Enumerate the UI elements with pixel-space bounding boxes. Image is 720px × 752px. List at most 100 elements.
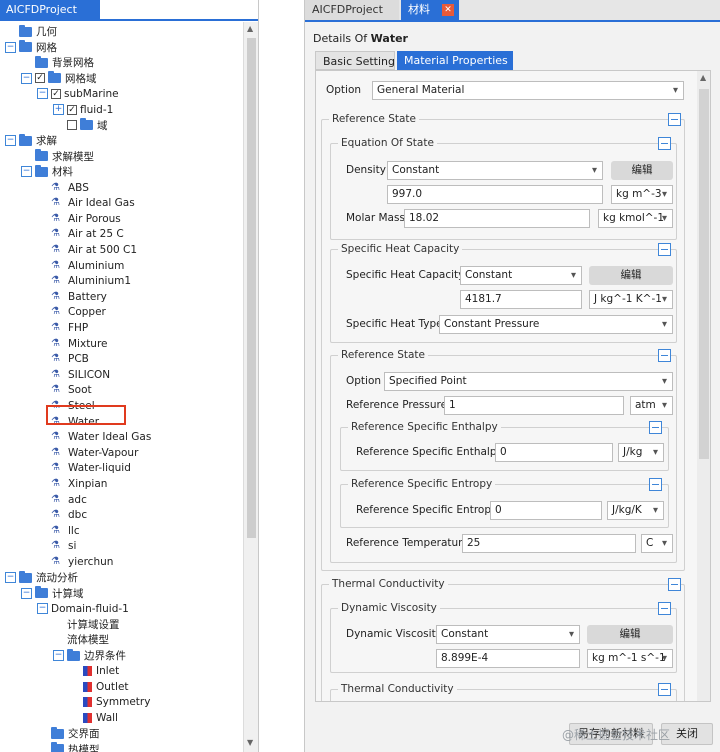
reference-temperature-input[interactable]: 25 <box>462 534 636 553</box>
tree-scrollbar[interactable]: ▲ ▼ <box>243 22 258 752</box>
scroll-up-icon[interactable]: ▲ <box>247 24 253 33</box>
tree-item[interactable]: ⚗ Air Porous <box>51 211 121 226</box>
project-tab[interactable]: AICFDProject <box>0 0 100 19</box>
expand-icon[interactable]: + <box>53 104 64 115</box>
tree-item[interactable]: − 边界条件 <box>53 648 126 663</box>
tree-item[interactable]: ⚗ Copper <box>51 305 106 320</box>
collapse-icon[interactable] <box>658 683 671 696</box>
collapse-icon[interactable]: − <box>53 650 64 661</box>
tree-item[interactable]: − Domain-fluid-1 <box>37 601 129 616</box>
tree-item[interactable]: Outlet <box>83 679 129 694</box>
tree-item[interactable]: ⚗ Air at 500 C1 <box>51 242 137 257</box>
specific-heat-edit-button[interactable]: 编辑 <box>589 266 673 285</box>
reference-temperature-unit-select[interactable]: C <box>641 534 673 553</box>
tree-item[interactable]: − ✓ subMarine <box>37 86 119 101</box>
close-icon[interactable]: ✕ <box>442 4 454 16</box>
tree-item[interactable]: ⚗ llc <box>51 523 80 538</box>
tree-item[interactable]: 交界面 <box>51 726 100 741</box>
collapse-icon[interactable]: − <box>5 135 16 147</box>
scroll-up-icon[interactable]: ▲ <box>700 73 706 82</box>
tree-item[interactable]: 流体模型 <box>67 632 109 647</box>
enthalpy-input[interactable]: 0 <box>495 443 613 462</box>
collapse-icon[interactable]: − <box>21 587 32 599</box>
form-scrollbar[interactable]: ▲ <box>697 71 710 701</box>
tree-item[interactable]: 几何 <box>19 24 57 39</box>
collapse-icon[interactable] <box>658 137 671 150</box>
tree-item[interactable]: ⚗ Mixture <box>51 336 108 351</box>
tree-item[interactable]: 域 <box>67 118 108 133</box>
dynamic-viscosity-value-input[interactable]: 8.899E-4 <box>436 649 580 668</box>
collapse-icon[interactable] <box>649 421 662 434</box>
tree-item[interactable]: ⚗ ABS <box>51 180 89 195</box>
tree-item[interactable]: ⚗ FHP <box>51 320 88 335</box>
tree-item[interactable]: − 求解 <box>5 133 57 148</box>
collapse-icon[interactable] <box>668 113 681 126</box>
collapse-icon[interactable]: − <box>37 88 48 100</box>
dynamic-viscosity-edit-button[interactable]: 编辑 <box>587 625 673 644</box>
collapse-icon[interactable] <box>668 578 681 591</box>
option-select[interactable]: General Material <box>372 81 684 100</box>
reference-pressure-unit-select[interactable]: atm <box>630 396 673 415</box>
collapse-icon[interactable] <box>658 243 671 256</box>
tab-aicfdproject[interactable]: AICFDProject <box>305 0 399 20</box>
tree-item[interactable]: ⚗ PCB <box>51 352 89 367</box>
molar-mass-unit-select[interactable]: kg kmol^-1 <box>598 209 673 228</box>
ref-option-select[interactable]: Specified Point <box>384 372 673 391</box>
collapse-icon[interactable]: − <box>37 603 48 615</box>
tab-material[interactable]: 材料 ✕ <box>401 0 459 20</box>
collapse-icon[interactable]: − <box>21 166 32 178</box>
collapse-icon[interactable]: − <box>21 72 32 84</box>
tree-item[interactable]: ⚗ Battery <box>51 289 107 304</box>
tree-item[interactable]: ⚗ Air at 25 C <box>51 227 124 242</box>
tree-item[interactable]: − 流动分析 <box>5 570 78 585</box>
density-mode-select[interactable]: Constant <box>387 161 603 180</box>
tree-item[interactable]: ⚗ Soot <box>51 383 92 398</box>
checkbox[interactable]: ✓ <box>67 104 77 115</box>
tree-item[interactable]: 计算域设置 <box>67 617 120 632</box>
collapse-icon[interactable] <box>658 349 671 362</box>
dynamic-viscosity-mode-select[interactable]: Constant <box>436 625 580 644</box>
tree-item[interactable]: ⚗ yierchun <box>51 554 113 569</box>
density-unit-select[interactable]: kg m^-3 <box>611 185 673 204</box>
tree-scroll-thumb[interactable] <box>247 38 256 538</box>
tree-item[interactable]: Symmetry <box>83 695 150 710</box>
tree-item[interactable]: ⚗ Aluminium <box>51 258 124 273</box>
tree-item[interactable]: ⚗ dbc <box>51 508 87 523</box>
tree-item[interactable]: − 计算域 <box>21 586 84 601</box>
form-scroll-thumb[interactable] <box>699 89 709 459</box>
tree-item[interactable]: ⚗ Aluminium1 <box>51 274 131 289</box>
tree-item[interactable]: + ✓ fluid-1 <box>53 102 113 117</box>
tree-item[interactable]: ⚗ Water-liquid <box>51 461 131 476</box>
entropy-unit-select[interactable]: J/kg/K <box>607 501 664 520</box>
dynamic-viscosity-unit-select[interactable]: kg m^-1 s^-1 <box>587 649 673 668</box>
specific-heat-mode-select[interactable]: Constant <box>460 266 582 285</box>
tree-item[interactable]: Inlet <box>83 664 119 679</box>
tree-item[interactable]: ⚗ adc <box>51 492 87 507</box>
tree-item[interactable]: ⚗ SILICON <box>51 367 110 382</box>
molar-mass-input[interactable]: 18.02 <box>404 209 590 228</box>
tree-item[interactable]: ⚗ Water Ideal Gas <box>51 430 151 445</box>
reference-pressure-input[interactable]: 1 <box>444 396 624 415</box>
tab-material-properties[interactable]: Material Properties <box>397 51 513 70</box>
density-value-input[interactable]: 997.0 <box>387 185 603 204</box>
specific-heat-type-select[interactable]: Constant Pressure <box>439 315 673 334</box>
collapse-icon[interactable]: − <box>5 41 16 53</box>
tab-basic-setting[interactable]: Basic Setting <box>315 51 395 70</box>
collapse-icon[interactable]: − <box>5 572 16 583</box>
tree-item[interactable]: ⚗ Water-Vapour <box>51 445 138 460</box>
tree-item[interactable]: 求解模型 <box>35 149 94 164</box>
collapse-icon[interactable] <box>658 602 671 615</box>
density-edit-button[interactable]: 编辑 <box>611 161 673 180</box>
tree-item[interactable]: 热模型 <box>51 742 100 752</box>
specific-heat-value-input[interactable]: 4181.7 <box>460 290 582 309</box>
tree-item[interactable]: Wall <box>83 710 118 725</box>
specific-heat-unit-select[interactable]: J kg^-1 K^-1 <box>589 290 673 309</box>
tree-item[interactable]: − 网格 <box>5 40 57 55</box>
tree-item[interactable]: − ✓ 网格域 <box>21 71 97 86</box>
tree-item[interactable]: ⚗ Xinpian <box>51 476 107 491</box>
scroll-down-icon[interactable]: ▼ <box>247 738 253 747</box>
collapse-icon[interactable] <box>649 478 662 491</box>
tree-item[interactable]: ⚗ Air Ideal Gas <box>51 196 135 211</box>
tree-item[interactable]: − 材料 <box>21 164 73 179</box>
entropy-input[interactable]: 0 <box>490 501 602 520</box>
